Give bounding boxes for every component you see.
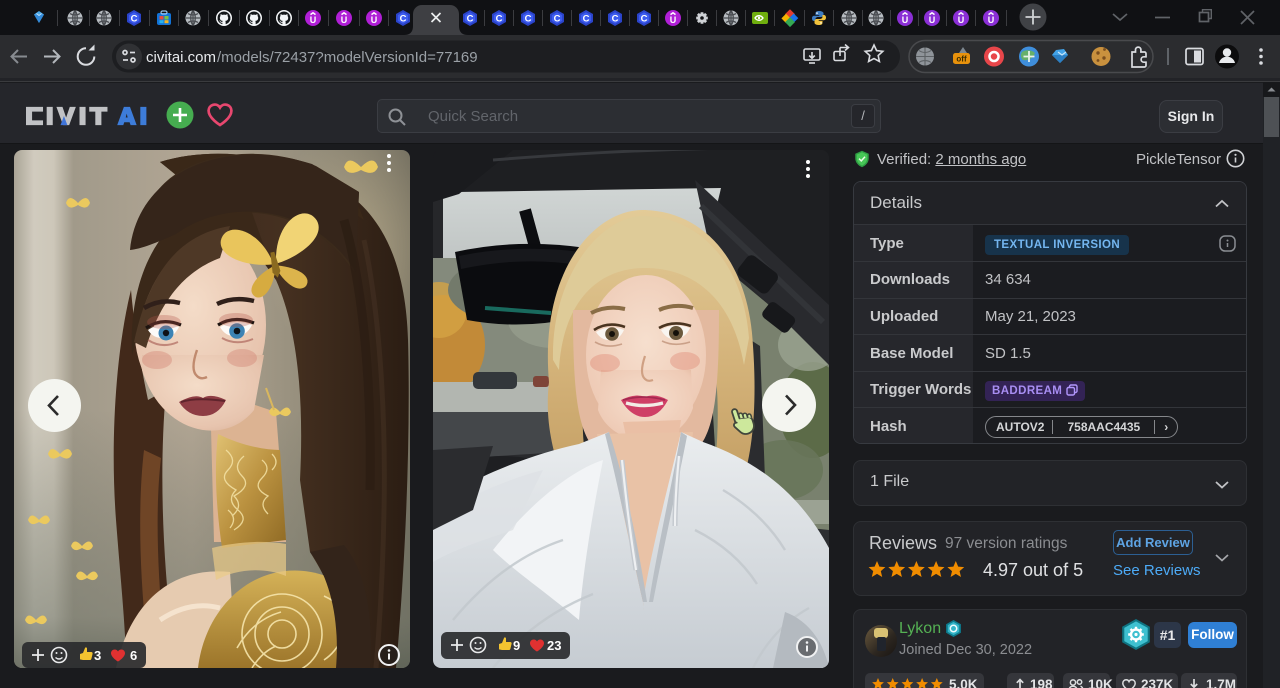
svg-text:23: 23 (547, 638, 561, 653)
svg-text:/models/72437?modelVersionId=7: /models/72437?modelVersionId=77169 (217, 49, 478, 66)
svg-text:3: 3 (94, 648, 101, 663)
svg-text:6: 6 (130, 648, 137, 663)
svg-text:civitai.com: civitai.com (146, 49, 216, 66)
svg-text:off: off (956, 55, 967, 64)
svg-text:9: 9 (513, 638, 520, 653)
